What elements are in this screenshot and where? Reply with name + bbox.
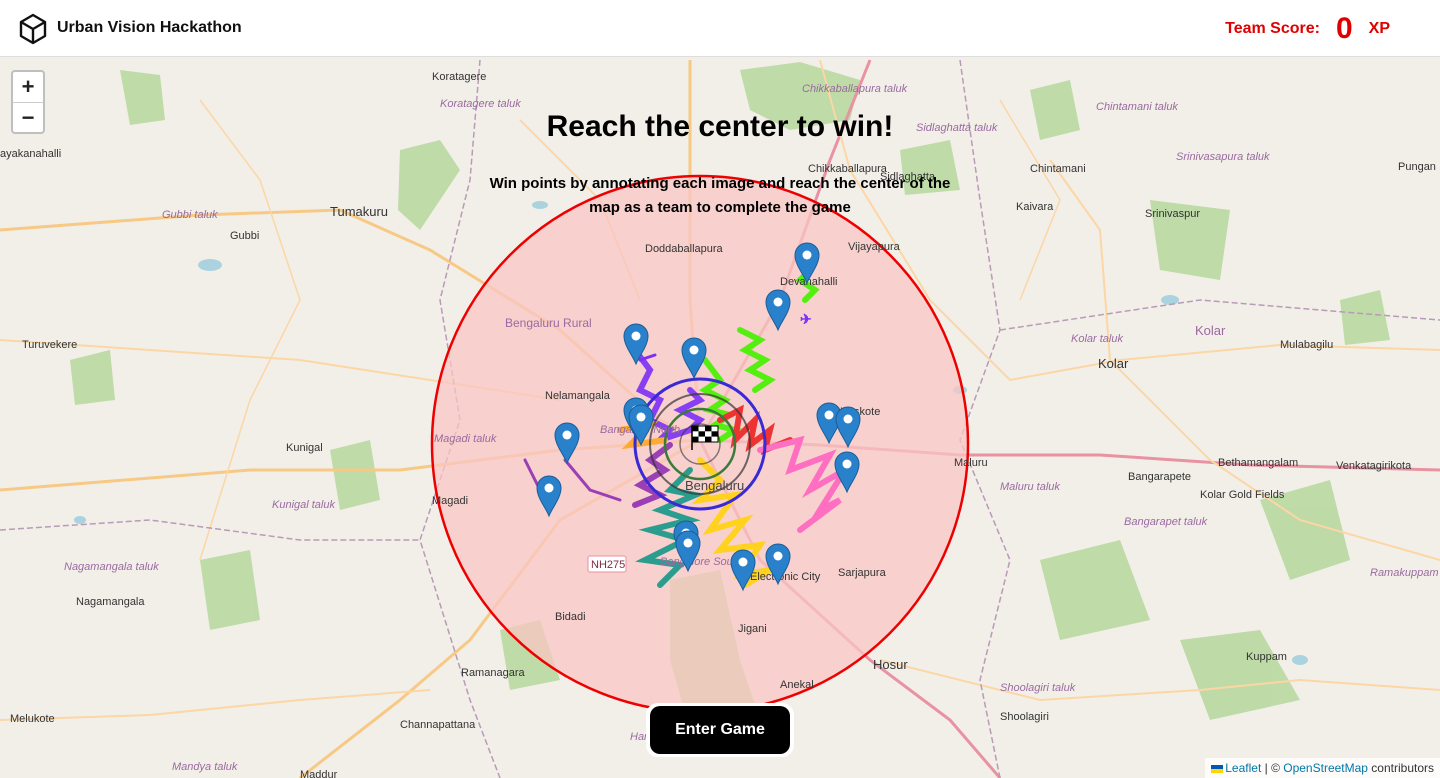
enter-game-button[interactable]: Enter Game [650,706,790,754]
zoom-in-button[interactable]: + [13,72,43,102]
map-label: Koratagere taluk [440,98,521,110]
map-label: Chintamani [1030,163,1086,175]
target-zone [430,174,970,714]
map-label: Bethamangalam [1218,457,1298,469]
map-label: Kunigal [286,442,323,454]
map-label: Magadi [432,495,468,507]
map-canvas[interactable]: Koratagere Koratagere taluk Chikkaballap… [0,57,1440,778]
map-label: Ramakuppam [1370,567,1438,579]
map-label: Bidadi [555,611,586,623]
attribution-separator: | © [1261,761,1284,775]
score-unit: XP [1368,20,1390,37]
map-label: Sarjapura [838,567,887,579]
map-label: ayakanahalli [0,148,61,160]
map-label: Maddur [300,769,338,778]
map-attribution: Leaflet | © OpenStreetMap contributors [1205,758,1440,778]
map-label: Kuppam [1246,651,1287,663]
map-label: Bangalore South [660,556,742,568]
map-label: Turuvekere [22,339,77,351]
ukraine-flag-icon [1211,764,1224,773]
map-label: Hosur [873,657,908,672]
osm-link[interactable]: OpenStreetMap [1283,761,1368,775]
map-label: Shoolagiri [1000,711,1049,723]
map-label: Channapattana [400,719,476,731]
team-score: Team Score: 0 XP [1225,12,1390,46]
map-label: Mandya taluk [172,761,238,773]
map-label: Kolar [1098,356,1129,371]
map-label: Srinivaspur [1145,208,1200,220]
map-label: Bengaluru Rural [505,316,592,330]
map-label: Srinivasapura taluk [1176,151,1270,163]
map-label: NH275 [591,559,625,571]
map-label: Kolar taluk [1071,333,1123,345]
app: Urban Vision Hackathon Team Score: 0 XP [0,0,1440,778]
map-label: Pungan [1398,161,1436,173]
map-label: Maluru [954,457,988,469]
score-label: Team Score: [1225,20,1320,37]
map-label: Bengaluru [685,478,744,493]
map-label: Jigani [738,623,767,635]
map-label: Venkatagirikota [1336,460,1412,472]
app-title: Urban Vision Hackathon [57,19,242,36]
map-label: Anekal [780,679,814,691]
map-label: Bangarapet taluk [1124,516,1208,528]
map-label: Kunigal taluk [272,499,335,511]
map-label: Bangarapete [1128,471,1191,483]
zoom-out-button[interactable]: − [13,102,43,133]
map-label: Doddaballapura [645,243,724,255]
map-label: Maluru taluk [1000,481,1060,493]
map-label: Gubbi [230,230,259,242]
map-label: Magadi taluk [434,433,497,445]
map-label: Electronic City [750,571,821,583]
map-label: Kaivara [1016,201,1054,213]
airport-icon: ✈ [800,311,812,327]
map-label: Nagamangala [76,596,145,608]
map-label: Ramanagara [461,667,525,679]
page-subtitle: Win points by annotating each image and … [489,175,951,216]
enter-game-wrapper: Enter Game [646,703,794,757]
map-label: Chikkaballapura taluk [802,83,908,95]
top-bar: Urban Vision Hackathon Team Score: 0 XP [0,0,1440,57]
map-label: Kolar Gold Fields [1200,489,1285,501]
map-label: Shoolagiri taluk [1000,682,1076,694]
page-title: Reach the center to win! [546,110,894,143]
map-label: Nagamangala taluk [64,561,159,573]
map-label: Melukote [10,713,55,725]
map-label: Mulabagilu [1280,339,1333,351]
cube-logo-icon [19,13,47,45]
zoom-control: + − [11,70,45,134]
attribution-suffix: contributors [1367,761,1434,775]
map-label: Gubbi taluk [162,209,218,221]
map-label: Koratagere [432,71,486,83]
map-label: Nelamangala [545,390,611,402]
leaflet-link[interactable]: Leaflet [1225,761,1261,775]
map-label: Vijayapura [848,241,901,253]
map-label: Kolar [1195,323,1226,338]
map-label: Tumakuru [330,204,388,219]
score-value: 0 [1335,12,1353,45]
